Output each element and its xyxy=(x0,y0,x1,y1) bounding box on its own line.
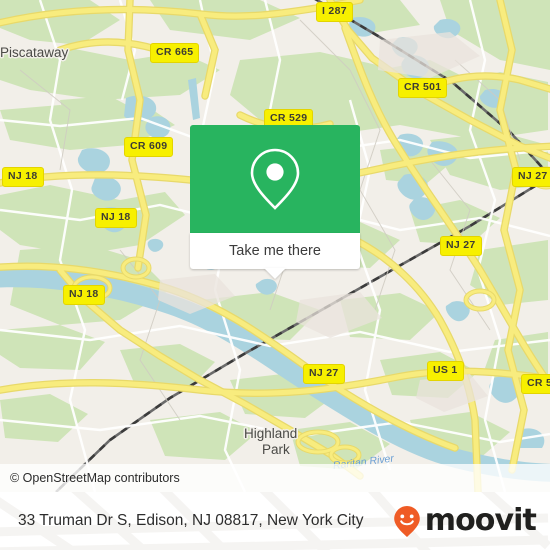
shield-nj-18-c[interactable]: NJ 18 xyxy=(63,285,105,305)
shield-nj-18-a[interactable]: NJ 18 xyxy=(2,167,44,187)
callout-icon-panel xyxy=(190,125,360,233)
map-canvas[interactable]: Piscataway Highland Park Raritan River I… xyxy=(0,0,550,492)
take-me-there-button[interactable]: Take me there xyxy=(190,233,360,279)
place-label-highland-park: Highland xyxy=(244,426,298,441)
callout-pointer-tail xyxy=(264,268,286,279)
shield-cr-501[interactable]: CR 501 xyxy=(398,78,448,98)
footer-bar: 33 Truman Dr S, Edison, NJ 08817, New Yo… xyxy=(0,492,550,550)
shield-nj-27-b[interactable]: NJ 27 xyxy=(440,236,482,256)
shield-cr-665[interactable]: CR 665 xyxy=(150,43,200,63)
shield-nj-18-b[interactable]: NJ 18 xyxy=(95,208,137,228)
take-me-there-label: Take me there xyxy=(229,243,321,259)
shield-cr-609[interactable]: CR 609 xyxy=(124,137,174,157)
shield-us-1[interactable]: US 1 xyxy=(427,361,464,381)
moovit-logo[interactable]: moovit xyxy=(390,503,537,538)
moovit-smiley-pin-icon xyxy=(393,506,420,537)
shield-cr-5xx[interactable]: CR 5 xyxy=(521,374,550,394)
address-text: 33 Truman Dr S, Edison, NJ 08817, New Yo… xyxy=(18,512,364,529)
attribution-text[interactable]: © OpenStreetMap contributors xyxy=(0,471,180,485)
map-screenshot: Piscataway Highland Park Raritan River I… xyxy=(0,0,550,550)
place-label-highland-park-line2: Park xyxy=(262,442,290,457)
map-attribution-bar: © OpenStreetMap contributors xyxy=(0,464,550,492)
location-pin-icon xyxy=(250,148,300,210)
shield-nj-27-a[interactable]: NJ 27 xyxy=(512,167,550,187)
shield-nj-27-c[interactable]: NJ 27 xyxy=(303,364,345,384)
shield-i-287[interactable]: I 287 xyxy=(316,2,353,22)
place-label-piscataway: Piscataway xyxy=(0,45,69,60)
moovit-wordmark: moovit xyxy=(424,503,537,538)
footer-content: 33 Truman Dr S, Edison, NJ 08817, New Yo… xyxy=(0,492,550,550)
location-callout-card[interactable]: Take me there xyxy=(190,125,360,279)
